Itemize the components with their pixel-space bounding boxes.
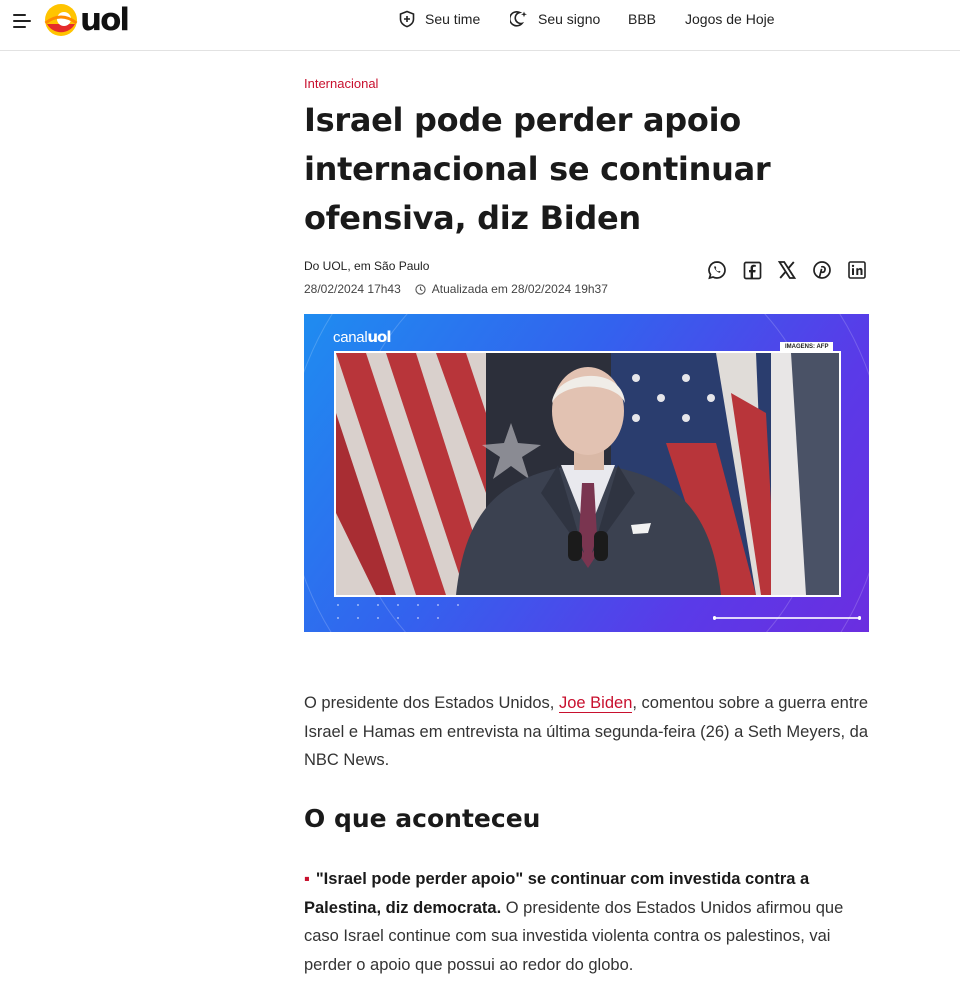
site-header: uol Seu time Seu signo BBB Jogos de Hoje [0, 0, 960, 51]
moon-star-icon [510, 10, 527, 27]
article-paragraph-1: O presidente dos Estados Unidos, Joe Bid… [304, 689, 869, 775]
x-icon[interactable] [776, 259, 798, 281]
logo-wordmark: uol [80, 1, 130, 38]
menu-icon[interactable] [13, 12, 31, 30]
brand-prefix: canal [333, 329, 368, 346]
text-run: O presidente dos Estados Unidos, [304, 694, 559, 712]
nav-jogos-de-hoje[interactable]: Jogos de Hoje [685, 0, 775, 38]
video-frame [334, 351, 841, 597]
article-section-link[interactable]: Internacional [304, 76, 378, 91]
canal-uol-logo: canaluol [333, 328, 392, 346]
linkedin-icon[interactable] [846, 259, 868, 281]
pinterest-icon[interactable] [811, 259, 833, 281]
article-byline: Do UOL, em São Paulo [304, 259, 430, 273]
decorative-dots [337, 604, 459, 619]
published-date: 28/02/2024 17h43 [304, 282, 401, 296]
updated-date: Atualizada em 28/02/2024 19h37 [431, 282, 608, 296]
brand-name: uol [367, 328, 391, 346]
uol-logo[interactable]: uol [44, 1, 130, 38]
clock-icon [415, 283, 426, 295]
shield-plus-icon [399, 10, 415, 28]
joe-biden-link[interactable]: Joe Biden [558, 694, 633, 713]
nav-seu-time[interactable]: Seu time [398, 0, 480, 38]
nav-seu-signo[interactable]: Seu signo [510, 0, 600, 38]
nav-label: Seu signo [538, 11, 601, 27]
nav-label: Seu time [425, 11, 481, 27]
article-title: Israel pode perder apoio internacional s… [304, 101, 771, 237]
nav-label: Jogos de Hoje [685, 11, 775, 27]
section-heading: O que aconteceu [304, 804, 541, 833]
video-still-image [336, 353, 839, 595]
whatsapp-icon[interactable] [706, 259, 728, 281]
share-bar [706, 259, 868, 281]
video-progress-bar[interactable] [713, 616, 861, 620]
uol-sun-icon [44, 4, 78, 36]
facebook-icon[interactable] [741, 259, 763, 281]
nav-label: BBB [628, 11, 657, 27]
article-dates: 28/02/2024 17h43 Atualizada em 28/02/202… [304, 282, 608, 296]
video-player[interactable]: canaluol IMAGENS: AFP [304, 314, 869, 632]
image-credit: IMAGENS: AFP [780, 342, 834, 352]
nav-bbb[interactable]: BBB [628, 0, 656, 38]
bullet-marker: ▪ [304, 870, 310, 888]
article-paragraph-2: ▪ "Israel pode perder apoio" se continuar… [304, 865, 869, 979]
